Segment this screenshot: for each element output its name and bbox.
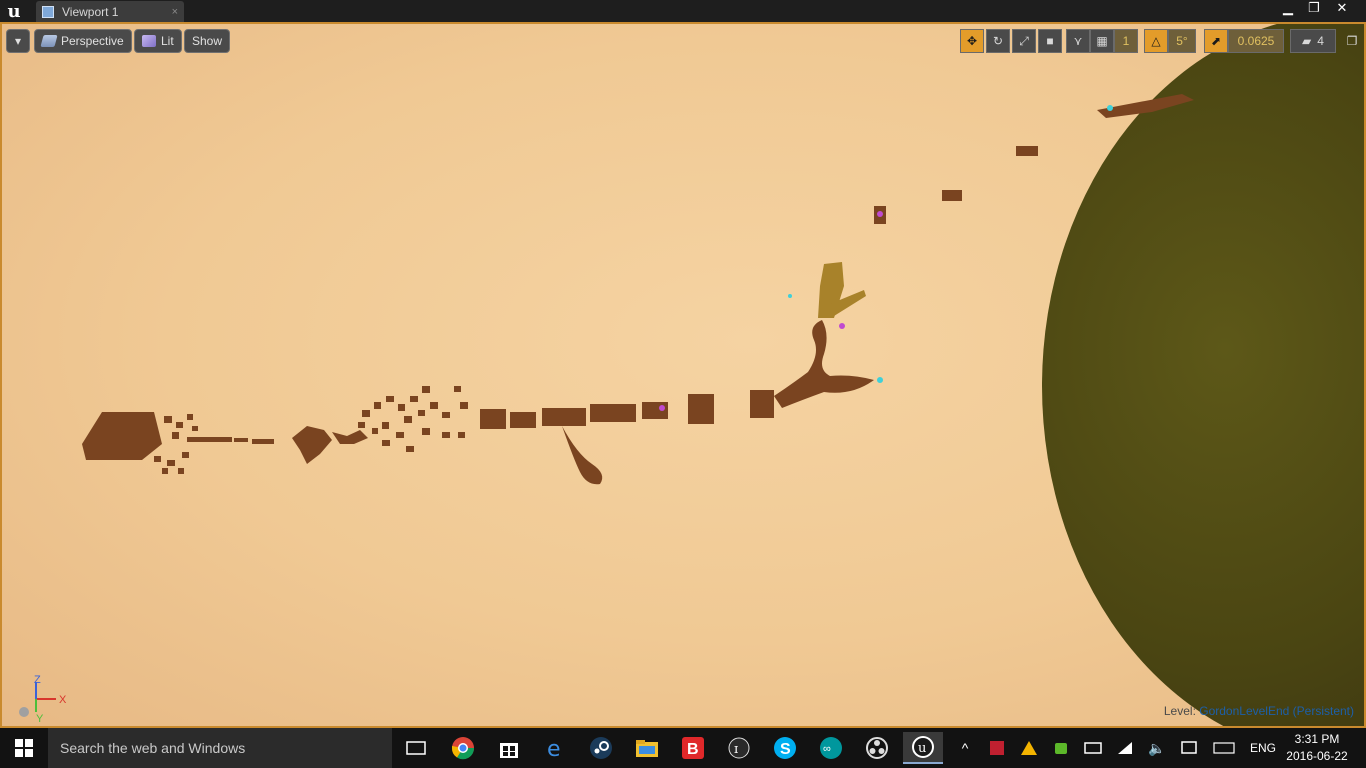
grid-snap-toggle[interactable]: ▦ (1090, 29, 1114, 53)
clock-time: 3:31 PM (1294, 732, 1340, 746)
help-icon (19, 707, 29, 717)
camera-speed-label: 4 (1317, 34, 1324, 48)
chrome-icon[interactable] (443, 732, 483, 764)
scene-render (82, 24, 1364, 726)
tray-app-green-icon[interactable] (1050, 728, 1072, 768)
google-drive-icon[interactable] (1018, 728, 1040, 768)
unreal-engine-icon[interactable]: u (903, 732, 943, 764)
show-label: Show (192, 34, 223, 48)
coordinate-system-button[interactable]: ■ (1038, 29, 1062, 53)
translate-tool-button[interactable]: ✥ (960, 29, 984, 53)
show-button[interactable]: Show (184, 29, 231, 53)
clock-date: 2016-06-22 (1286, 749, 1348, 763)
svg-text:u: u (918, 741, 926, 756)
level-label: Level: (1163, 704, 1196, 718)
rotation-snap-toggle[interactable]: △ (1144, 29, 1168, 53)
tray-app-red-icon[interactable] (986, 728, 1008, 768)
inkscape-icon[interactable]: ɪ (719, 732, 759, 764)
start-button[interactable] (0, 728, 48, 768)
restore-viewport-icon: ❐ (1346, 34, 1358, 48)
file-explorer-icon[interactable] (627, 732, 667, 764)
cube-icon: ■ (1046, 34, 1054, 48)
level-viewport[interactable]: ▾ Perspective Lit Show ✥ ↻ ⤢ ■ ⋎ ▦ 1 △ 5… (0, 22, 1366, 728)
grid-icon: ▦ (1096, 34, 1108, 48)
grid-snap-label: 1 (1122, 34, 1130, 48)
floating-rock-path (82, 94, 1194, 485)
tab-viewport-1[interactable]: Viewport 1 × (36, 1, 184, 22)
b-app-icon[interactable]: B (673, 732, 713, 764)
perspective-label: Perspective (61, 34, 124, 48)
minimize-button[interactable]: ▁ (1275, 0, 1301, 16)
level-name: GordonLevelEnd (Persistent) (1199, 704, 1354, 718)
wifi-icon[interactable] (1114, 728, 1136, 768)
lit-label: Lit (161, 34, 174, 48)
scale-snap-label: 0.0625 (1237, 34, 1275, 48)
scale-icon: ⤢ (1019, 33, 1029, 48)
golden-totem (818, 262, 866, 318)
rotation-snap-value[interactable]: 5° (1168, 29, 1196, 53)
maximize-button[interactable]: ❐ (1301, 0, 1327, 16)
grid-snap-value[interactable]: 1 (1114, 29, 1138, 53)
scale-snap-icon: ⬈ (1210, 34, 1222, 48)
action-center-icon[interactable] (1178, 728, 1200, 768)
show-hidden-icons-button[interactable]: ^ (954, 728, 976, 768)
close-button[interactable]: ✕ (1329, 0, 1355, 16)
steam-icon[interactable] (581, 732, 621, 764)
angle-icon: △ (1151, 34, 1161, 48)
lit-mode-button[interactable]: Lit (134, 29, 182, 53)
obs-icon[interactable] (857, 732, 897, 764)
tab-label: Viewport 1 (62, 4, 119, 19)
surface-snap-icon: ⋎ (1073, 34, 1083, 48)
scale-snap-toggle[interactable]: ⬈ (1204, 29, 1228, 53)
rotate-icon: ↻ (992, 34, 1004, 48)
viewport-options-button[interactable]: ▾ (6, 29, 30, 53)
axis-z-label: Z (34, 674, 41, 686)
keyboard-icon[interactable] (1210, 728, 1238, 768)
store-icon[interactable] (489, 732, 529, 764)
svg-text:ɪ: ɪ (734, 742, 738, 757)
tab-close-icon[interactable]: × (172, 6, 178, 18)
surface-snap-button[interactable]: ⋎ (1066, 29, 1090, 53)
axis-gizmo: Z X Y (19, 674, 67, 724)
maximize-viewport-button[interactable]: ❐ (1342, 29, 1362, 53)
arduino-icon[interactable]: ∞ (811, 732, 851, 764)
svg-text:B: B (687, 741, 699, 758)
cube-icon (142, 35, 156, 47)
perspective-button[interactable]: Perspective (34, 29, 132, 53)
move-icon: ✥ (966, 34, 978, 48)
level-indicator: Level: GordonLevelEnd (Persistent) (1164, 704, 1354, 718)
network-adapter-icon[interactable] (1082, 728, 1104, 768)
camera-speed-button[interactable]: ▰ 4 (1290, 29, 1336, 53)
camera-speed-icon: ▰ (1302, 34, 1312, 48)
axis-x-label: X (59, 694, 67, 706)
windows-taskbar: Search the web and Windows e B ɪ S ∞ u ^… (0, 728, 1366, 768)
language-indicator[interactable]: ENG (1244, 728, 1282, 768)
rotation-snap-label: 5° (1176, 34, 1188, 48)
task-view-icon[interactable] (396, 732, 436, 764)
title-bar: u Viewport 1 × ▁ ❐ ✕ (0, 0, 1366, 22)
camera-icon (40, 35, 58, 47)
rotate-tool-button[interactable]: ↻ (986, 29, 1010, 53)
search-box[interactable]: Search the web and Windows (48, 728, 392, 768)
unreal-logo-icon[interactable]: u (2, 0, 26, 22)
axis-y-label: Y (36, 713, 44, 724)
svg-text:e: e (547, 737, 561, 759)
windows-logo-icon (15, 739, 33, 757)
viewport-icon (42, 5, 54, 18)
scale-tool-button[interactable]: ⤢ (1012, 29, 1036, 53)
skype-icon[interactable]: S (765, 732, 805, 764)
scale-snap-value[interactable]: 0.0625 (1228, 29, 1284, 53)
system-clock[interactable]: 3:31 PM 2016-06-22 (1280, 731, 1354, 765)
svg-text:∞: ∞ (823, 743, 831, 755)
edge-icon[interactable]: e (536, 732, 576, 764)
svg-text:S: S (780, 741, 791, 758)
volume-icon[interactable]: 🔈 (1146, 728, 1168, 768)
planet-sphere (1042, 24, 1364, 726)
